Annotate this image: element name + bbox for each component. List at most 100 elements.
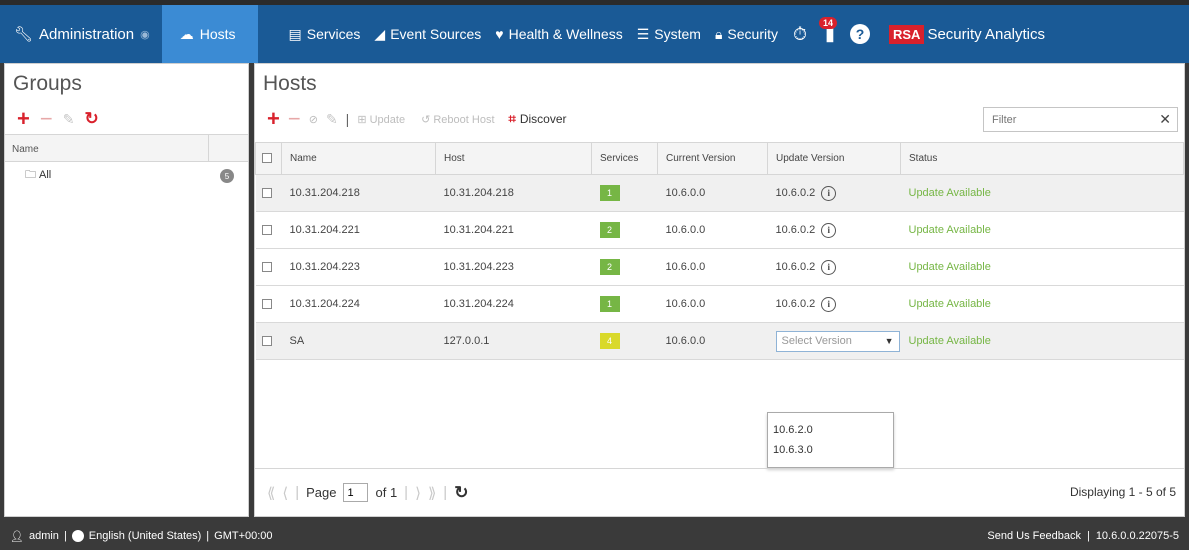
page-number-input[interactable]: [343, 483, 369, 502]
chevron-down-icon: ▼: [884, 335, 894, 346]
tab-hosts-label: Hosts: [199, 26, 236, 42]
row-checkbox[interactable]: [261, 225, 272, 236]
disable-icon[interactable]: ⊘: [309, 113, 318, 126]
first-page-icon[interactable]: ⟪: [267, 484, 275, 502]
discover-button[interactable]: ⌗ Discover: [509, 111, 567, 127]
services-cell: 1: [591, 174, 658, 212]
cloud-icon: ☁: [179, 25, 194, 42]
info-icon[interactable]: i: [821, 185, 837, 201]
update-button[interactable]: ⊞ Update: [357, 113, 405, 126]
tab-event-sources[interactable]: ◢ Event Sources: [367, 5, 488, 63]
info-icon[interactable]: i: [821, 222, 837, 238]
row-checkbox-cell: [255, 322, 282, 360]
version-option[interactable]: 10.6.3.0: [768, 439, 893, 459]
table-row[interactable]: 10.31.204.224 10.31.204.224 1 10.6.0.0 1…: [255, 285, 1184, 323]
add-host-icon[interactable]: +: [267, 108, 280, 130]
help-icon: ?: [850, 24, 870, 44]
version-select[interactable]: Select Version ▼: [775, 330, 900, 352]
column-header-services[interactable]: Services: [591, 142, 658, 175]
column-header-update-version[interactable]: Update Version: [767, 142, 901, 175]
tab-security-label: Security: [727, 26, 778, 42]
host-address-cell: 10.31.204.218: [435, 174, 592, 212]
clear-filter-icon[interactable]: ✕: [1159, 111, 1177, 128]
column-header-host[interactable]: Host: [435, 142, 592, 175]
last-page-icon[interactable]: ⟫: [428, 484, 436, 502]
tab-hosts[interactable]: ☁ Hosts: [161, 5, 258, 63]
host-address-cell: 10.31.204.224: [435, 285, 592, 323]
host-address-cell: 10.31.204.221: [435, 211, 592, 249]
notifications-button[interactable]: ▮ 14: [815, 5, 845, 63]
app-root: 🔧︎ Administration ◉ ☁ Hosts ▤ Services ◢…: [0, 0, 1189, 550]
row-checkbox[interactable]: [261, 299, 272, 310]
group-item-label: All: [39, 169, 52, 181]
info-icon[interactable]: i: [821, 296, 837, 312]
current-version-cell: 10.6.0.0: [657, 322, 768, 360]
update-version-text: 10.6.0.2: [775, 260, 816, 273]
services-count-badge[interactable]: 2: [599, 222, 620, 238]
table-row[interactable]: 10.31.204.223 10.31.204.223 2 10.6.0.0 1…: [255, 248, 1184, 286]
toolbar-divider: |: [345, 111, 350, 127]
hosts-panel: Hosts + − ⊘ ✎ | ⊞ Update ↺ Reboot Host ⌗…: [254, 63, 1185, 517]
update-version-cell: Select Version ▼: [767, 322, 901, 360]
list-icon: ☰: [636, 25, 650, 42]
row-checkbox[interactable]: [261, 336, 272, 347]
tab-security[interactable]: 🔒︎ Security: [708, 5, 785, 63]
server-icon: ▤: [288, 25, 302, 42]
update-version-cell: 10.6.0.2 i: [767, 174, 901, 212]
group-item-all[interactable]: 🗀︎ All 5: [5, 162, 248, 188]
table-row[interactable]: 10.31.204.218 10.31.204.218 1 10.6.0.0 1…: [255, 174, 1184, 212]
tab-system-label: System: [654, 26, 701, 42]
info-icon[interactable]: i: [821, 259, 837, 275]
groups-panel: Groups + − ✎ ↻ Name 🗀︎ All 5: [4, 63, 249, 517]
feedback-link[interactable]: Send Us Feedback: [987, 530, 1081, 542]
refresh-icon[interactable]: ↻: [84, 109, 98, 129]
add-group-icon[interactable]: +: [17, 108, 30, 130]
update-version-text: 10.6.0.2: [775, 223, 816, 236]
next-page-icon[interactable]: ⟩: [415, 484, 421, 502]
filter-input[interactable]: [992, 113, 1160, 126]
table-row[interactable]: 10.31.204.221 10.31.204.221 2 10.6.0.0 1…: [255, 211, 1184, 249]
column-header-name[interactable]: Name: [281, 142, 436, 175]
table-row[interactable]: SA 127.0.0.1 4 10.6.0.0 Select Version ▼ …: [255, 322, 1184, 360]
row-checkbox[interactable]: [261, 188, 272, 199]
prev-page-icon[interactable]: ⟨: [282, 484, 288, 502]
footer-bar: 👤︎ admin | English (United States) | GMT…: [0, 522, 1189, 550]
version-option[interactable]: 10.6.2.0: [768, 419, 893, 439]
current-version-cell: 10.6.0.0: [657, 174, 768, 212]
reboot-host-button[interactable]: ↺ Reboot Host: [421, 113, 494, 126]
remove-host-icon[interactable]: −: [288, 108, 301, 130]
host-address-cell: 10.31.204.223: [435, 248, 592, 286]
tab-system[interactable]: ☰ System: [630, 5, 708, 63]
update-button-label: Update: [369, 113, 406, 126]
help-button[interactable]: ?: [845, 5, 875, 63]
timer-icon[interactable]: ⏱: [785, 5, 815, 63]
heart-icon: ♥: [495, 26, 504, 42]
select-all-checkbox[interactable]: [262, 153, 272, 164]
remove-group-icon[interactable]: −: [40, 108, 53, 130]
hosts-title: Hosts: [263, 72, 317, 95]
host-name-cell: 10.31.204.221: [281, 211, 436, 249]
tab-health-wellness[interactable]: ♥ Health & Wellness: [488, 5, 629, 63]
row-checkbox[interactable]: [261, 262, 272, 273]
reload-icon[interactable]: ↻: [454, 483, 468, 503]
filter-box: ✕: [983, 107, 1178, 132]
groups-column-name[interactable]: Name: [5, 135, 209, 161]
current-version-cell: 10.6.0.0: [657, 211, 768, 249]
services-count-badge[interactable]: 1: [599, 185, 620, 201]
status-cell: Update Available: [900, 285, 1184, 323]
edit-group-icon[interactable]: ✎: [63, 111, 75, 128]
user-name[interactable]: admin: [29, 530, 59, 542]
notification-count-badge: 14: [819, 17, 838, 29]
groups-table-header: Name: [5, 134, 248, 162]
language-selector[interactable]: English (United States): [89, 530, 202, 542]
footer-divider: |: [1086, 530, 1090, 542]
chevron-down-icon: ◉: [140, 28, 150, 41]
services-count-badge[interactable]: 1: [599, 296, 620, 312]
services-count-badge[interactable]: 4: [599, 333, 620, 349]
services-count-badge[interactable]: 2: [599, 259, 620, 275]
tab-services[interactable]: ▤ Services: [282, 5, 368, 63]
column-header-status[interactable]: Status: [900, 142, 1184, 175]
edit-host-icon[interactable]: ✎: [326, 111, 338, 128]
column-header-current-version[interactable]: Current Version: [657, 142, 768, 175]
nav-administration[interactable]: 🔧︎ Administration ◉: [0, 5, 162, 63]
